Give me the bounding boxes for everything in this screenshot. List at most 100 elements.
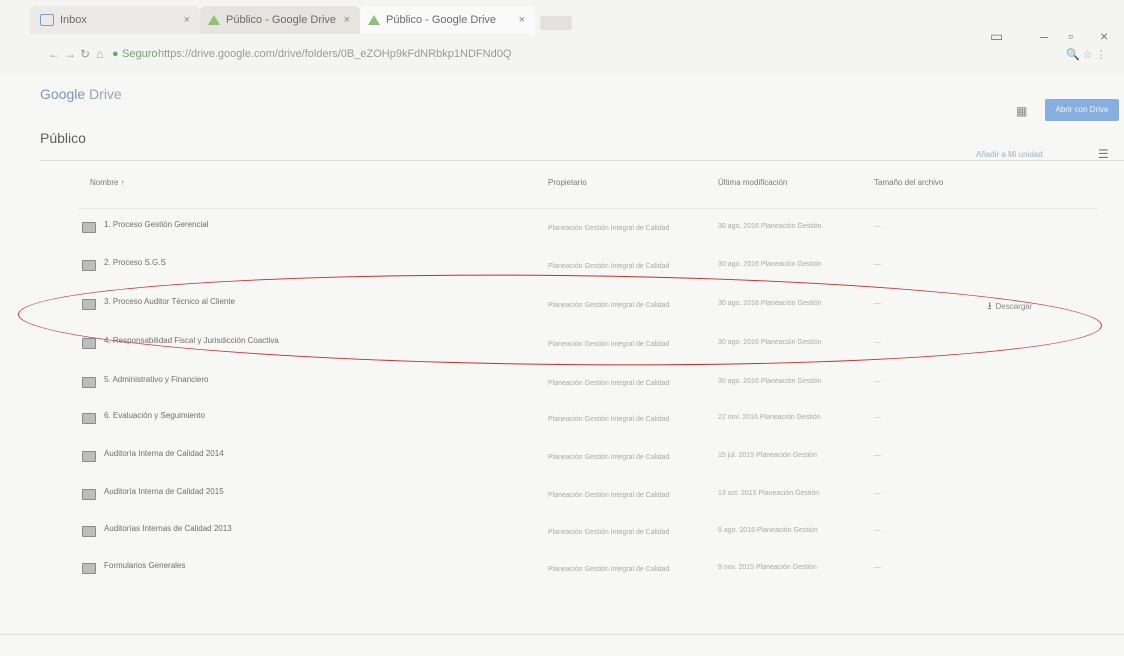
close-window-button[interactable]: ×	[1100, 28, 1108, 44]
google-drive-logo[interactable]: Google Drive	[40, 86, 122, 102]
url-text: https://drive.google.com/drive/folders/0…	[158, 48, 512, 60]
size-cell: —	[874, 490, 881, 497]
close-tab-icon[interactable]: ×	[184, 6, 190, 34]
minimize-button[interactable]: –	[1040, 28, 1048, 44]
table-row[interactable]: 2. Proceso S.G.S Planeación Gestión Inte…	[78, 250, 1098, 280]
zoom-icon[interactable]: 🔍	[1066, 49, 1080, 61]
google-drive-icon	[368, 15, 380, 26]
column-modified[interactable]: Última modificación	[718, 178, 787, 187]
secure-label: Seguro	[122, 48, 158, 60]
modified-cell: 30 ago. 2016 Planeación Gestión	[718, 339, 822, 346]
owner-cell: Planeación Gestión Integral de Calidad	[548, 492, 670, 499]
table-row[interactable]: Auditoría Interna de Calidad 2015 Planea…	[78, 479, 1098, 509]
size-cell: —	[874, 414, 881, 421]
column-owner: Propietario	[548, 178, 587, 187]
folder-icon	[82, 222, 96, 233]
owner-cell: Planeación Gestión Integral de Calidad	[548, 341, 670, 348]
size-cell: —	[874, 564, 881, 571]
download-icon: ⭳	[988, 301, 992, 312]
folder-name[interactable]: 6. Evaluación y Seguimiento	[104, 411, 205, 420]
mail-icon	[40, 14, 54, 27]
owner-cell: Planeación Gestión Integral de Calidad	[548, 302, 670, 309]
owner-cell: Planeación Gestión Integral de Calidad	[548, 454, 670, 461]
table-row[interactable]: Auditorías Internas de Calidad 2013 Plan…	[78, 516, 1098, 546]
folder-name[interactable]: 3. Proceso Auditor Técnico al Cliente	[104, 297, 235, 306]
modified-cell: 13 oct. 2015 Planeación Gestión	[718, 490, 820, 497]
table-row[interactable]: Formularios Generales Planeación Gestión…	[78, 553, 1098, 583]
apps-grid-icon[interactable]: ▦	[1016, 104, 1027, 118]
download-button[interactable]: ⭳ Descargar	[988, 299, 1032, 316]
new-tab-button[interactable]	[540, 16, 572, 30]
tab-label: Público - Google Drive	[226, 14, 337, 26]
folder-name[interactable]: 4. Responsabilidad Fiscal y Jurisdicción…	[104, 336, 279, 345]
page-bottom-divider	[0, 634, 1124, 635]
modified-cell: 22 nov. 2016 Planeación Gestión	[718, 414, 821, 421]
modified-cell: 30 ago. 2016 Planeación Gestión	[718, 261, 822, 268]
folder-icon	[82, 489, 96, 500]
size-cell: —	[874, 378, 881, 385]
folder-name[interactable]: Formularios Generales	[104, 561, 185, 570]
column-size: Tamaño del archivo	[874, 178, 944, 187]
browser-tab-drive-1[interactable]: Público - Google Drive ×	[200, 6, 360, 34]
table-row[interactable]: 1. Proceso Gestión Gerencial Planeación …	[78, 212, 1098, 242]
google-drive-icon	[208, 15, 220, 26]
column-name[interactable]: Nombre ↑	[90, 178, 125, 187]
modified-cell: 30 ago. 2016 Planeación Gestión	[718, 378, 822, 385]
modified-cell: 30 ago. 2016 Planeación Gestión	[718, 223, 822, 230]
size-cell: —	[874, 527, 881, 534]
folder-icon	[82, 299, 96, 310]
menu-icon[interactable]: ⋮	[1096, 49, 1107, 61]
size-cell: —	[874, 339, 881, 346]
folder-name[interactable]: Auditoría Interna de Calidad 2014	[104, 449, 224, 458]
folder-icon	[82, 338, 96, 349]
folder-icon	[82, 451, 96, 462]
star-icon[interactable]: ☆	[1083, 49, 1093, 61]
folder-name[interactable]: 2. Proceso S.G.S	[104, 258, 166, 267]
owner-cell: Planeación Gestión Integral de Calidad	[548, 380, 670, 387]
size-cell: —	[874, 452, 881, 459]
folder-name[interactable]: 5. Administrativo y Financiero	[104, 375, 209, 384]
owner-cell: Planeación Gestión Integral de Calidad	[548, 225, 670, 232]
table-row[interactable]: Auditoría Interna de Calidad 2014 Planea…	[78, 441, 1098, 471]
add-to-my-drive-link[interactable]: Añadir a Mi unidad	[976, 150, 1043, 159]
list-view-icon[interactable]: ☰	[1098, 147, 1109, 161]
open-with-drive-button[interactable]: Abrir con Drive	[1045, 99, 1119, 121]
modified-cell: 30 ago. 2016 Planeación Gestión	[718, 300, 822, 307]
column-header-divider	[78, 208, 1098, 209]
owner-cell: Planeación Gestión Integral de Calidad	[548, 416, 670, 423]
tab-label: Público - Google Drive	[386, 14, 497, 26]
size-cell: —	[874, 223, 881, 230]
maximize-button[interactable]: ▫	[1068, 28, 1073, 44]
owner-cell: Planeación Gestión Integral de Calidad	[548, 529, 670, 536]
browser-tab-inbox[interactable]: Inbox ×	[30, 6, 200, 34]
lock-icon: ●	[112, 48, 119, 60]
folder-name[interactable]: 1. Proceso Gestión Gerencial	[104, 220, 209, 229]
address-bar[interactable]: ● Seguro https://drive.google.com/drive/…	[48, 45, 1068, 67]
folder-title: Público	[40, 130, 86, 146]
browser-toolbar: 🔍 ☆ ⋮	[1066, 48, 1107, 61]
table-row-highlighted[interactable]: 3. Proceso Auditor Técnico al Cliente Pl…	[78, 289, 1098, 319]
owner-cell: Planeación Gestión Integral de Calidad	[548, 263, 670, 270]
table-row[interactable]: 4. Responsabilidad Fiscal y Jurisdicción…	[78, 328, 1098, 358]
browser-tab-drive-2[interactable]: Público - Google Drive ×	[360, 6, 535, 34]
folder-name[interactable]: Auditoría Interna de Calidad 2015	[104, 487, 224, 496]
folder-icon	[82, 526, 96, 537]
table-row[interactable]: 5. Administrativo y Financiero Planeació…	[78, 367, 1098, 397]
owner-cell: Planeación Gestión Integral de Calidad	[548, 566, 670, 573]
size-cell: —	[874, 300, 881, 307]
size-cell: —	[874, 261, 881, 268]
tab-label: Inbox	[60, 14, 87, 26]
header-divider	[40, 160, 1124, 161]
folder-icon	[82, 377, 96, 388]
table-row[interactable]: 6. Evaluación y Seguimiento Planeación G…	[78, 403, 1098, 433]
modified-cell: 9 nov. 2015 Planeación Gestión	[718, 564, 817, 571]
close-tab-icon[interactable]: ×	[344, 6, 350, 34]
folder-icon	[82, 260, 96, 271]
close-tab-icon[interactable]: ×	[519, 6, 525, 34]
folder-icon	[82, 563, 96, 574]
profile-icon[interactable]: ▭	[990, 28, 1003, 45]
modified-cell: 9 ago. 2016 Planeación Gestión	[718, 527, 818, 534]
modified-cell: 15 jul. 2015 Planeación Gestión	[718, 452, 817, 459]
folder-name[interactable]: Auditorías Internas de Calidad 2013	[104, 524, 232, 533]
folder-icon	[82, 413, 96, 424]
